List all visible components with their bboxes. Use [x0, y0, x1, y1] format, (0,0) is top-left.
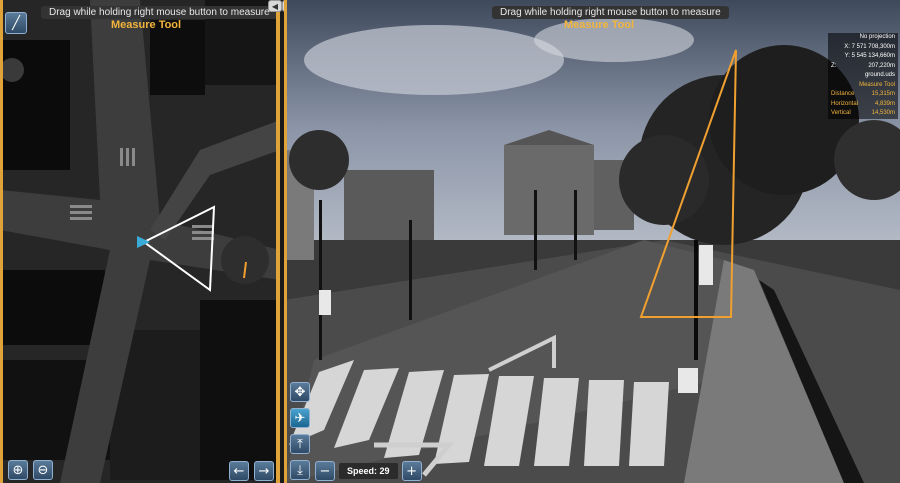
distance-value: 15,315m	[871, 91, 895, 97]
z-coordinate-row: Z: 207,220m	[828, 61, 898, 71]
speed-control: − Speed: 29 +	[315, 461, 422, 481]
navigate-all-directions-icon[interactable]: ✥	[290, 382, 310, 402]
distance-row: Distance 15,315m	[828, 90, 898, 100]
arrow-left-icon[interactable]: ←	[229, 461, 249, 481]
speed-decrease-icon[interactable]: −	[315, 461, 335, 481]
horizontal-label: Horizontal	[831, 100, 859, 107]
right-tool-label: Measure Tool	[564, 19, 635, 31]
y-coordinate: Y: 5 545 134,660m	[828, 52, 898, 62]
speed-increase-icon[interactable]: +	[401, 461, 422, 481]
vertical-row: Vertical 14,530m	[828, 109, 898, 119]
right-hint-banner: Drag while holding right mouse button to…	[492, 6, 729, 19]
top-down-map-view[interactable]: ╱ Drag while holding right mouse button …	[0, 0, 280, 483]
move-down-icon[interactable]: ⤓	[290, 460, 310, 480]
zoom-in-icon[interactable]: ⊕	[8, 460, 28, 480]
layer-name: ground.uds	[828, 71, 898, 81]
z-value: 207,220m	[868, 62, 895, 69]
measure-tool-icon[interactable]: ╱	[5, 12, 27, 34]
helicopter-mode-icon[interactable]: ✈	[290, 408, 310, 428]
measure-tool-title: Measure Tool	[828, 80, 898, 90]
arrow-right-icon[interactable]: →	[254, 461, 274, 481]
horizontal-row: Horizontal 4,839m	[828, 99, 898, 109]
left-tool-label: Measure Tool	[111, 19, 182, 31]
z-label: Z:	[831, 62, 837, 69]
perspective-3d-view[interactable]: Drag while holding right mouse button to…	[284, 0, 900, 483]
zoom-out-icon[interactable]: ⊖	[33, 460, 53, 480]
horizontal-value: 4,839m	[874, 100, 895, 107]
street-pointcloud	[287, 0, 900, 483]
distance-label: Distance	[831, 91, 855, 97]
speed-value: Speed: 29	[339, 463, 398, 479]
x-coordinate: X: 7 571 708,300m	[828, 42, 898, 52]
coordinate-info-panel: No projection X: 7 571 708,300m Y: 5 545…	[828, 33, 898, 119]
left-hint-banner: Drag while holding right mouse button to…	[41, 6, 276, 19]
projection-text: No projection	[828, 33, 898, 43]
vertical-value: 14,530m	[871, 110, 895, 116]
vertical-label: Vertical	[831, 110, 851, 116]
move-up-icon[interactable]: ⤒	[290, 434, 310, 454]
collapse-left-icon[interactable]: ◀	[268, 0, 282, 12]
map-pointcloud	[3, 0, 276, 483]
